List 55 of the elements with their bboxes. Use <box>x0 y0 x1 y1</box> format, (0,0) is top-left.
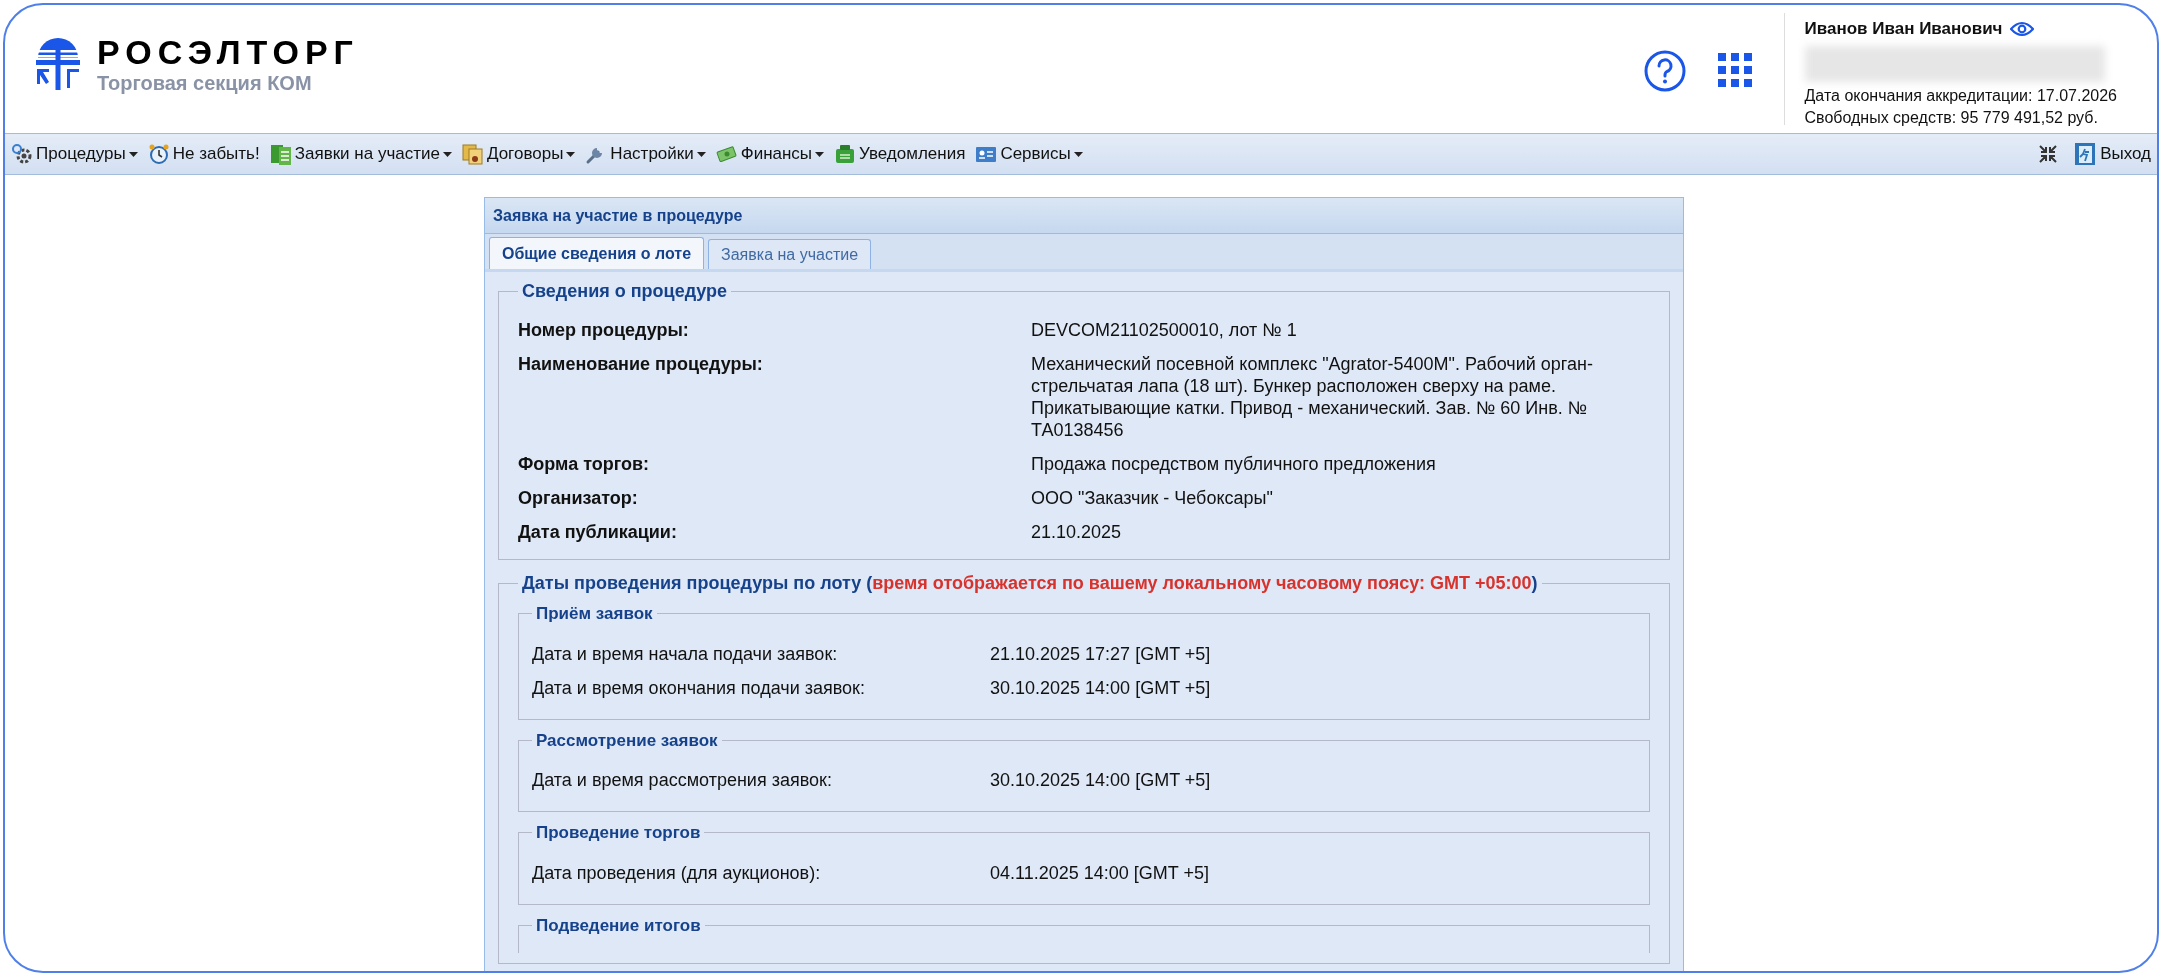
eye-icon[interactable] <box>2010 21 2035 37</box>
field-value: 04.11.2025 14:00 [GMT +5] <box>990 862 1209 883</box>
field-value: 30.10.2025 14:00 [GMT +5] <box>990 770 1211 790</box>
menu-item[interactable]: Договоры <box>461 141 576 167</box>
group-legend: Проведение торгов <box>532 820 705 846</box>
timezone-note: время отображается по вашему локальному часовому поясу: GMT +05:00 <box>872 573 1532 593</box>
group-legend: Рассмотрение заявок <box>532 727 722 753</box>
parenthesis: ( <box>866 573 873 593</box>
field-value: 30.10.2025 14:00 [GMT +5] <box>990 677 1211 698</box>
section-legend: Сведения о процедуре <box>518 278 732 305</box>
field-value: 21.10.2025 17:27 [GMT +5] <box>990 643 1211 664</box>
help-icon[interactable] <box>1643 50 1686 92</box>
menu-item[interactable]: Заявки на участие <box>269 141 452 167</box>
panel-title: Заявка на участие в процедуре <box>485 198 1683 234</box>
field-value: DEVCOM21102500010, лот № 1 <box>1031 320 1297 340</box>
menu-item[interactable]: Настройки <box>585 141 706 167</box>
field-value: Продажа посредством публичного предложения <box>1031 454 1436 474</box>
field-label: Дата и время окончания подачи заявок: <box>532 677 865 698</box>
document-icon <box>269 143 292 165</box>
gears-icon <box>11 143 33 165</box>
tab[interactable]: Заявка на участие <box>708 239 872 269</box>
exit-door-icon <box>2074 142 2097 166</box>
menu-item[interactable]: Финансы <box>715 141 825 167</box>
user-name: Иванов Иван Иванович <box>1804 18 2003 41</box>
section-legend: Даты проведения процедуры по лоту <box>522 573 862 593</box>
logo-icon <box>33 38 83 90</box>
accreditation-date: Дата окончания аккредитации: 17.07.2026 <box>1804 85 2117 106</box>
notification-icon <box>834 143 857 165</box>
field-label: Номер процедуры: <box>518 320 689 340</box>
menu-item[interactable]: Процедуры <box>11 141 138 167</box>
parenthesis: ) <box>1531 573 1538 593</box>
field-label: Дата и время рассмотрения заявок: <box>532 770 832 790</box>
collapse-icon[interactable] <box>2038 144 2059 164</box>
available-funds: Свободных средств: 95 779 491,52 руб. <box>1804 107 2099 128</box>
field-value: 21.10.2025 <box>1031 522 1122 542</box>
field-label: Форма торгов: <box>518 454 650 474</box>
field-label: Дата публикации: <box>518 522 677 542</box>
menu-item[interactable]: Не забыть! <box>147 141 260 167</box>
field-label: Дата проведения (для аукционов): <box>532 862 821 883</box>
logo-wordmark: РОСЭЛТОРГ <box>97 33 359 71</box>
group-legend: Подведение итогов <box>532 912 705 938</box>
field-value: Механический посевной комплекс "Agrator-5400M". Рабочий орган-стрельчатая лапа (18 шт). Бункер расположен сверху на раме. Прикатывающие катки. Привод - механический. Зав. № 60 Инв. № ТА0138456 <box>1031 354 1593 440</box>
field-label: Наименование процедуры: <box>518 354 763 374</box>
apps-grid-icon[interactable] <box>1717 53 1754 89</box>
logo-subtitle: Торговая секция КОМ <box>97 71 313 95</box>
exit-button[interactable]: Выход <box>2074 141 2151 167</box>
menu-item[interactable]: Сервисы <box>975 141 1083 167</box>
documents-icon <box>461 143 484 165</box>
menu-item[interactable]: Уведомления <box>834 141 966 167</box>
group-legend: Приём заявок <box>532 601 657 627</box>
tab[interactable]: Общие сведения о лоте <box>489 237 705 269</box>
alarm-clock-icon <box>147 143 170 165</box>
field-label: Организатор: <box>518 488 638 508</box>
field-value: ООО "Заказчик - Чебоксары" <box>1031 488 1273 508</box>
field-label: Дата и время начала подачи заявок: <box>532 643 838 664</box>
